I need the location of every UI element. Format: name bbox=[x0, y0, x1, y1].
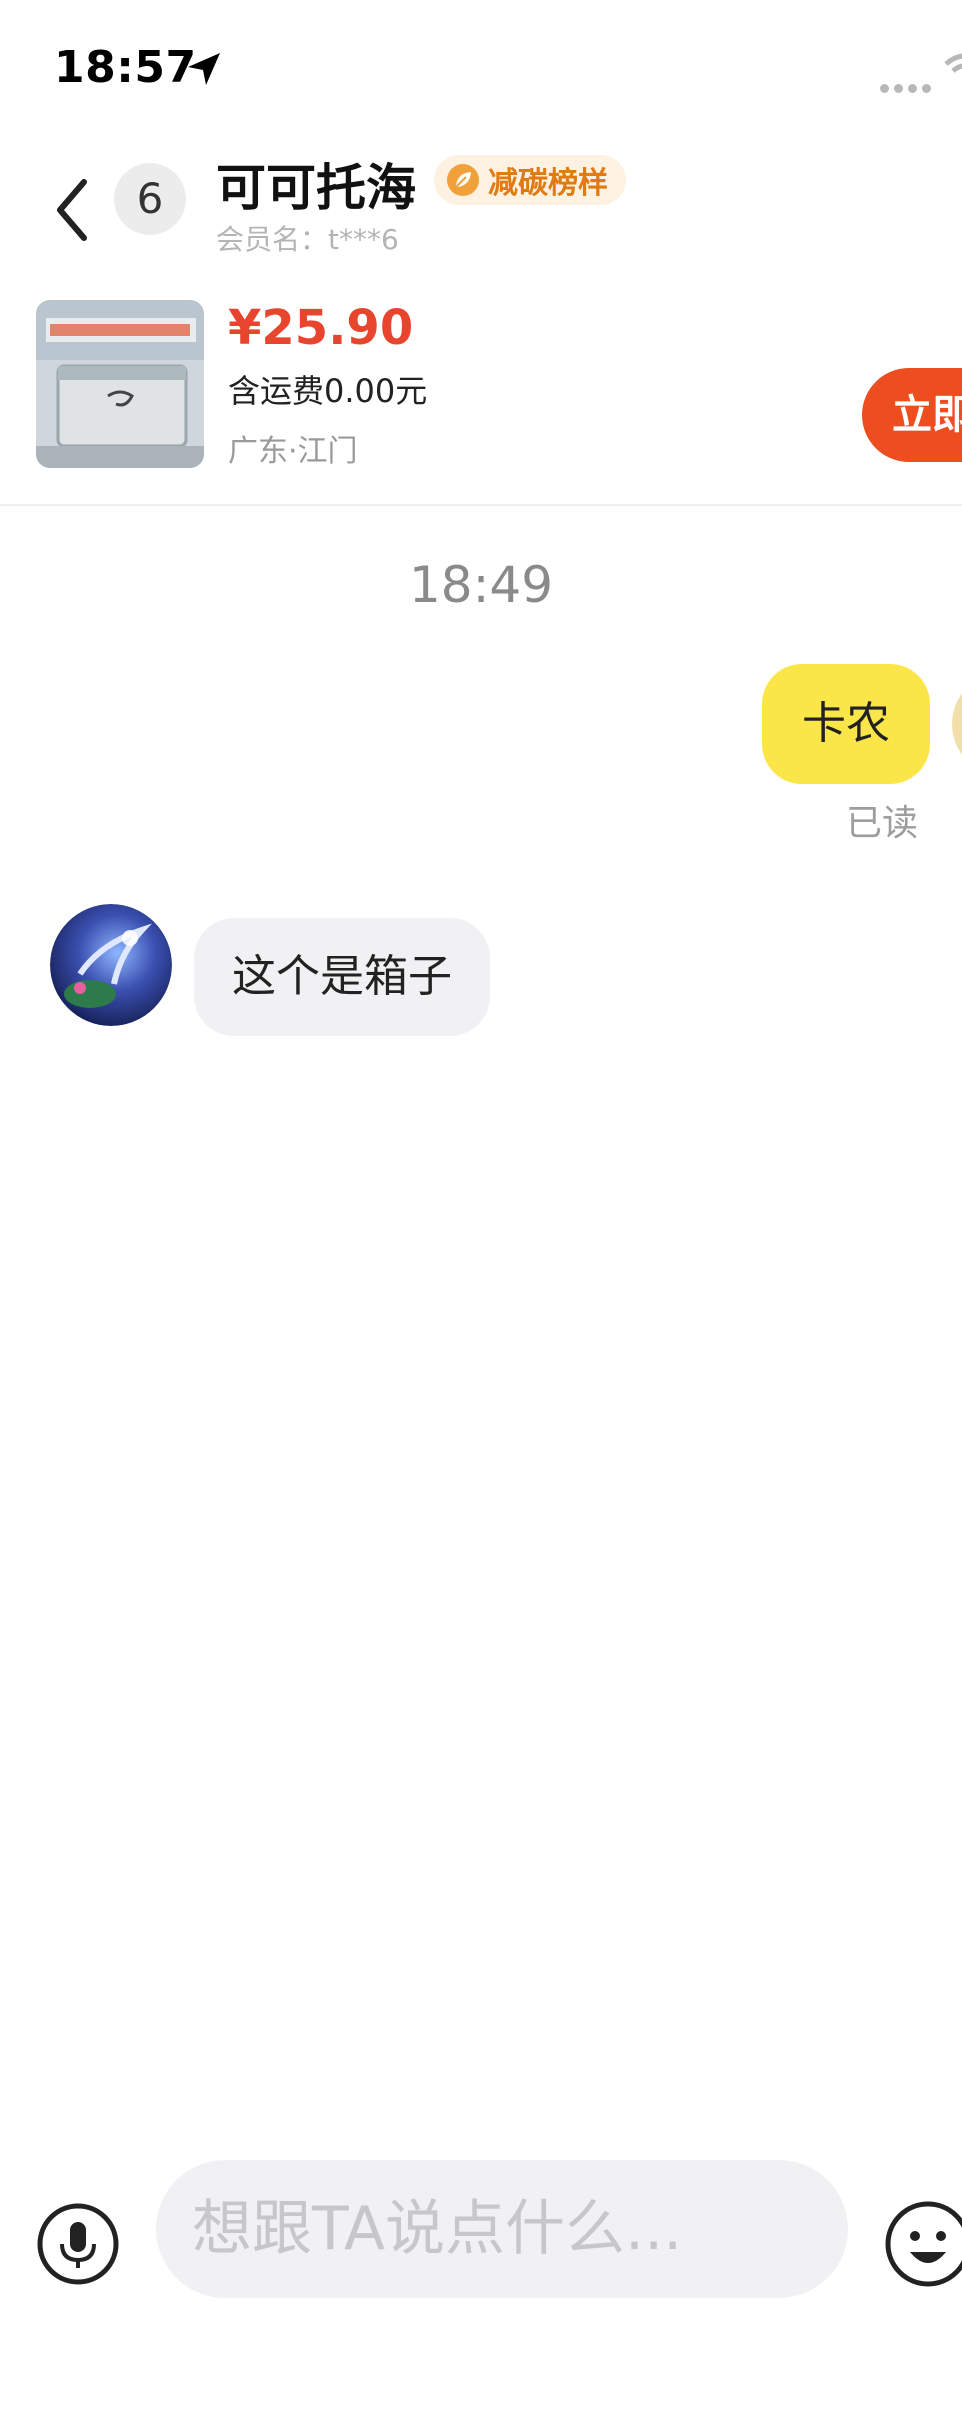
product-thumbnail[interactable] bbox=[36, 300, 204, 468]
carbon-tag[interactable]: 减碳榜样 bbox=[434, 155, 626, 205]
location-arrow-icon bbox=[188, 53, 220, 85]
leaf-badge-icon bbox=[447, 164, 479, 196]
tag-label: 减碳榜样 bbox=[488, 166, 608, 201]
chat-screen: 18:57 6 可可托海 减碳榜样 会员名：t***6 ¥25.90 含运费0.… bbox=[0, 0, 962, 2436]
contact-name[interactable]: 可可托海 bbox=[216, 148, 416, 220]
input-bar bbox=[0, 2140, 962, 2320]
product-card[interactable]: ¥25.90 含运费0.00元 广东·江门 立即 bbox=[0, 290, 962, 506]
member-name: 会员名：t***6 bbox=[216, 223, 399, 256]
chevron-left-icon[interactable] bbox=[48, 170, 98, 250]
product-price: ¥25.90 bbox=[228, 300, 414, 356]
product-location: 广东·江门 bbox=[228, 434, 358, 469]
avatar-image bbox=[50, 904, 172, 1026]
wifi-icon bbox=[944, 53, 962, 73]
message-input[interactable] bbox=[156, 2160, 848, 2298]
product-image bbox=[36, 300, 204, 468]
peer-message-bubble[interactable]: 这个是箱子 bbox=[194, 918, 490, 1036]
microphone-icon[interactable] bbox=[36, 2202, 120, 2286]
my-message-bubble[interactable]: 卡农 bbox=[762, 664, 930, 784]
unread-count-badge[interactable]: 6 bbox=[114, 163, 186, 235]
my-avatar[interactable] bbox=[952, 672, 962, 776]
shipping-fee: 含运费0.00元 bbox=[228, 372, 428, 410]
chat-timestamp: 18:49 bbox=[408, 556, 554, 614]
status-time: 18:57 bbox=[54, 42, 197, 93]
peer-avatar[interactable] bbox=[50, 904, 172, 1026]
buy-now-button[interactable]: 立即 bbox=[862, 368, 962, 462]
status-bar: 18:57 bbox=[0, 0, 962, 130]
signal-icon bbox=[880, 78, 936, 93]
smiley-icon[interactable] bbox=[884, 2200, 962, 2288]
read-status: 已读 bbox=[846, 803, 919, 844]
